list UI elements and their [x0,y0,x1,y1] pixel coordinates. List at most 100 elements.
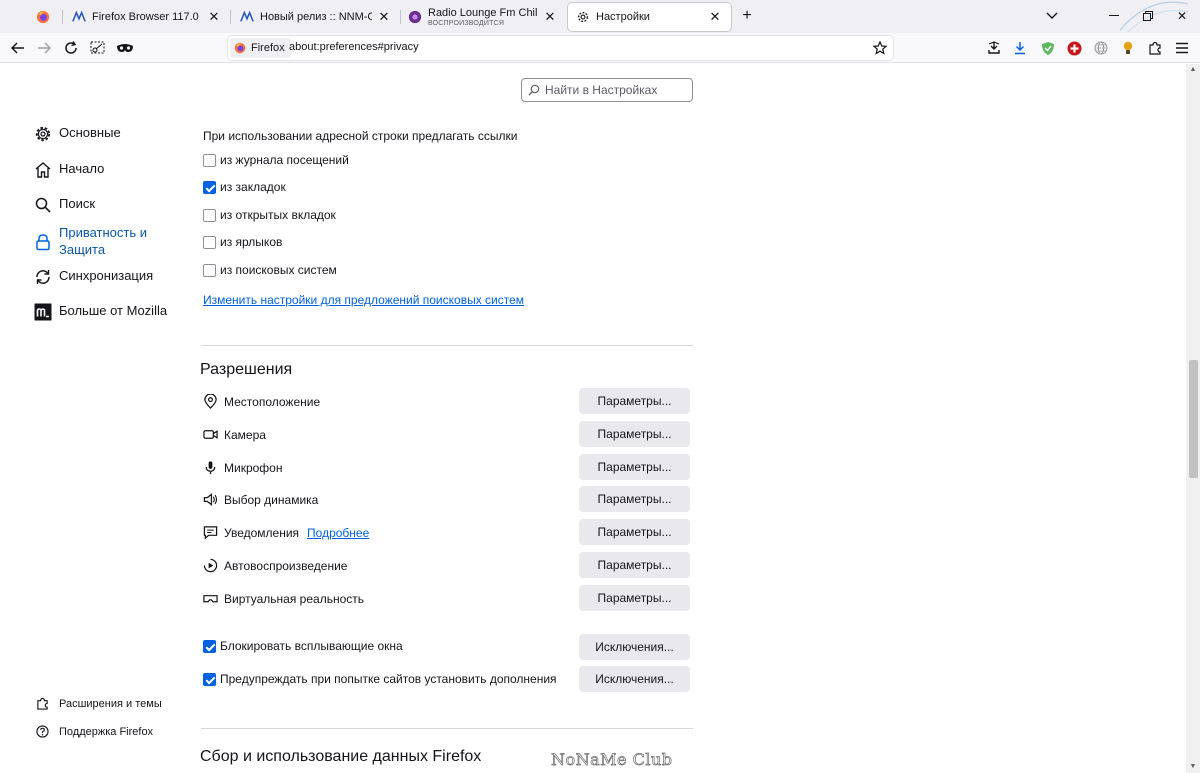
help-icon [36,725,49,738]
close-tab-icon[interactable]: ✕ [707,9,723,25]
adguard-shield-icon[interactable] [1038,38,1058,58]
list-all-tabs-chevron-icon[interactable] [1042,6,1062,26]
search-suggestions-settings-link[interactable]: Изменить настройки для предложений поиск… [203,293,524,307]
page-scrollbar[interactable]: ▲ ▼ [1186,64,1200,773]
search-icon [528,84,540,96]
preferences-page: Найти в Настройках Основные Начало Поиск… [0,64,1186,773]
tab-firefox-home[interactable] [28,3,63,31]
category-privacy[interactable]: Приватность и Защита [34,224,159,258]
addon-exceptions-button[interactable]: Исключения... [579,666,690,692]
gear-icon [35,126,51,142]
permissions-heading: Разрешения [200,361,293,378]
category-search[interactable]: Поиск [34,196,95,214]
tab-firefox-portable[interactable]: Firefox Browser 117.0 Portable b ✕ [64,3,231,31]
tab-nnm-club[interactable]: Новый релиз :: NNM-Club ✕ [232,3,401,31]
category-label: Больше от Mozilla [59,303,168,318]
restore-window-icon[interactable] [1138,6,1158,26]
downloads-icon[interactable] [1010,38,1030,58]
notifications-learn-more-link[interactable]: Подробнее [307,526,369,540]
extensions-puzzle-icon[interactable] [1145,38,1165,58]
permission-label: Виртуальная реальность [224,591,364,606]
location-settings-button[interactable]: Параметры... [579,388,690,414]
permission-vr: Виртуальная реальность [203,591,364,606]
suggest-history-label[interactable]: из журнала посещений [220,153,349,167]
addons-themes-link[interactable]: Расширения и темы [36,697,162,710]
suggest-bookmarks-checkbox[interactable] [203,181,216,194]
url-text[interactable]: about:preferences#privacy [289,41,419,53]
url-bar[interactable]: Firefox about:preferences#privacy [228,36,893,60]
navigation-toolbar: Firefox about:preferences#privacy [0,33,1200,63]
close-tab-icon[interactable]: ✕ [376,9,392,25]
forward-arrow-icon [38,42,51,54]
location-pin-icon [204,394,217,409]
notifications-settings-button[interactable]: Параметры... [579,519,690,545]
camera-settings-button[interactable]: Параметры... [579,421,690,447]
home-icon [35,162,51,178]
addon-red-cross-icon[interactable] [1064,38,1084,58]
category-home[interactable]: Начало [34,161,104,179]
speaker-icon [203,493,218,506]
tab-title: Radio Lounge Fm Chill Out [428,6,538,19]
tab-title: Firefox Browser 117.0 Portable b [92,10,202,23]
tab-radio[interactable]: Radio Lounge Fm Chill Out ВОСПРОИЗВОДИТС… [400,3,566,31]
category-label: Синхронизация [59,268,154,283]
radio-station-icon [408,10,422,24]
globe-icon[interactable] [1091,38,1111,58]
scroll-up-arrow-icon[interactable]: ▲ [1186,64,1200,76]
suggest-engines-checkbox[interactable] [203,264,216,277]
new-tab-button[interactable]: + [737,6,757,26]
permission-notifications: Уведомления Подробнее [203,525,369,540]
suggest-open-tabs-checkbox[interactable] [203,209,216,222]
microphone-settings-button[interactable]: Параметры... [579,454,690,480]
category-general[interactable]: Основные [34,125,121,143]
warn-addon-install-label[interactable]: Предупреждать при попытке сайтов установ… [220,672,557,686]
forward-button[interactable] [34,38,54,58]
save-to-pocket-icon[interactable] [984,38,1004,58]
bookmark-star-icon[interactable] [871,39,889,57]
permission-speaker: Выбор динамика [203,492,318,507]
permission-label: Выбор динамика [224,492,319,507]
suggest-shortcuts-checkbox[interactable] [203,236,216,249]
firefox-logo-icon [234,42,246,54]
menu-hamburger-icon[interactable] [1172,38,1192,58]
settings-search-input[interactable]: Найти в Настройках [521,78,693,102]
speaker-settings-button[interactable]: Параметры... [579,486,690,512]
warn-addon-install-checkbox[interactable] [203,673,216,686]
footer-link-label: Расширения и темы [59,697,162,710]
close-tab-icon[interactable]: ✕ [206,9,222,25]
firefox-support-link[interactable]: Поддержка Firefox [36,725,153,738]
block-popups-label[interactable]: Блокировать всплывающие окна [220,639,403,653]
suggest-open-tabs-label[interactable]: из открытых вкладок [220,208,336,222]
autoplay-settings-button[interactable]: Параметры... [579,552,690,578]
reload-button[interactable] [61,38,81,58]
minimize-window-icon[interactable] [1104,6,1124,26]
tab-settings[interactable]: Настройки ✕ [568,3,731,31]
permission-label: Камера [224,427,266,442]
permission-label: Местоположение [224,394,321,409]
category-more-from-mozilla[interactable]: Больше от Mozilla [34,303,167,321]
permission-label: Автовоспроизведение [224,558,348,573]
suggest-history-checkbox[interactable] [203,154,216,167]
identity-box[interactable]: Firefox [230,38,291,58]
bulb-addon-icon[interactable] [1118,38,1138,58]
scrollbar-thumb[interactable] [1189,360,1198,478]
suggest-shortcuts-label[interactable]: из ярлыков [220,235,282,249]
scroll-down-arrow-icon[interactable]: ▼ [1186,761,1200,773]
back-button[interactable] [8,38,28,58]
screenshot-button[interactable] [88,38,108,58]
close-window-icon[interactable]: ✕ [1172,6,1192,26]
close-tab-icon[interactable]: ✕ [542,9,558,25]
footer-link-label: Поддержка Firefox [59,725,154,738]
block-popups-checkbox[interactable] [203,640,216,653]
suggest-bookmarks-label[interactable]: из закладок [220,180,286,194]
back-arrow-icon [11,42,24,54]
tab-title: Настройки [596,10,650,23]
suggest-engines-label[interactable]: из поисковых систем [220,263,337,277]
category-sync[interactable]: Синхронизация [34,268,153,286]
permission-autoplay: Автовоспроизведение [203,558,347,573]
popup-exceptions-button[interactable]: Исключения... [579,634,690,660]
private-browsing-button[interactable] [115,38,135,58]
vr-settings-button[interactable]: Параметры... [579,585,690,611]
search-icon [35,197,51,213]
notification-icon [203,526,218,540]
